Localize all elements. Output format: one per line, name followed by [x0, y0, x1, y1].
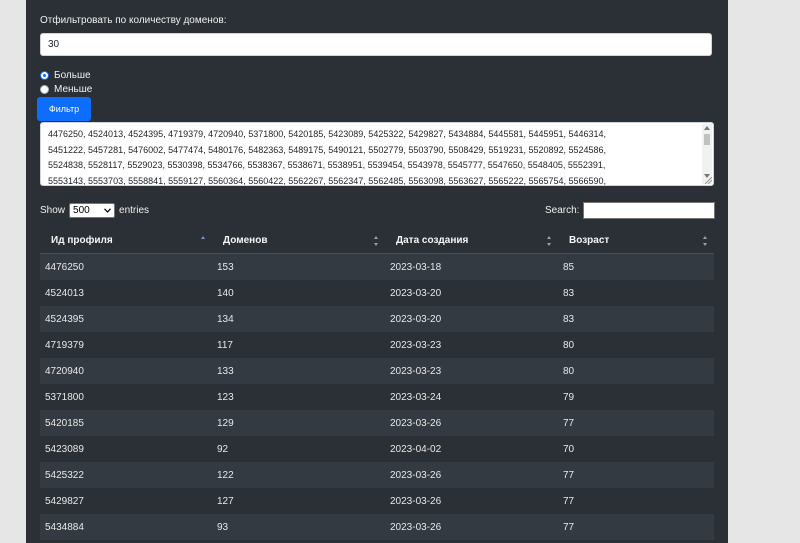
cell-profile-id: 4524013: [40, 280, 212, 306]
cell-age: 80: [558, 332, 714, 358]
cell-profile-id: 5429827: [40, 488, 212, 514]
search-label: Search:: [545, 205, 580, 216]
table-row: 5420185 129 2023-03-26 77: [40, 410, 714, 436]
cell-created-date: 2023-03-20: [385, 280, 558, 306]
cell-profile-id: 4476250: [40, 253, 212, 280]
cell-domains: 127: [212, 488, 385, 514]
cell-age: 80: [558, 358, 714, 384]
filter-button[interactable]: Фильтр: [37, 97, 91, 121]
sort-icon: [703, 236, 708, 246]
table-row: 5423089 92 2023-04-02 70: [40, 436, 714, 462]
cell-created-date: 2023-03-26: [385, 514, 558, 540]
cell-domains: 122: [212, 462, 385, 488]
cell-age: 83: [558, 280, 714, 306]
cell-profile-id: 5371800: [40, 384, 212, 410]
cell-profile-id: 4720940: [40, 358, 212, 384]
sort-icon: [547, 236, 552, 246]
cell-created-date: 2023-03-23: [385, 358, 558, 384]
header-label: Возраст: [569, 235, 610, 246]
profiles-table: Ид профиля Доменов Дата создания Возраст…: [40, 228, 714, 540]
cell-age: 77: [558, 514, 714, 540]
ids-line: 4476250, 4524013, 4524395, 4719379, 4720…: [48, 129, 607, 139]
scroll-up-icon[interactable]: [704, 126, 710, 130]
header-label: Доменов: [223, 235, 268, 246]
entries-label: entries: [119, 205, 150, 216]
entries-control: Show 500 entries: [40, 203, 149, 218]
radio-less-label: Меньше: [54, 84, 93, 95]
cell-domains: 140: [212, 280, 385, 306]
ids-line: 5553143, 5553703, 5558841, 5559127, 5560…: [48, 175, 607, 186]
cell-profile-id: 5420185: [40, 410, 212, 436]
cell-created-date: 2023-03-23: [385, 332, 558, 358]
table-row: 4720940 133 2023-03-23 80: [40, 358, 714, 384]
textarea-scrollbar[interactable]: [702, 124, 712, 184]
cell-domains: 123: [212, 384, 385, 410]
entries-select-value: 500: [73, 205, 90, 216]
ids-line: 5524838, 5528117, 5529023, 5530398, 5534…: [48, 160, 606, 170]
cell-profile-id: 5434884: [40, 514, 212, 540]
radio-more-label: Больше: [54, 70, 91, 81]
chevron-down-icon: [104, 208, 111, 213]
header-profile-id[interactable]: Ид профиля: [40, 228, 212, 254]
cell-profile-id: 5425322: [40, 462, 212, 488]
search-control: Search:: [545, 202, 716, 219]
cell-created-date: 2023-03-26: [385, 462, 558, 488]
table-row: 4719379 117 2023-03-23 80: [40, 332, 714, 358]
cell-created-date: 2023-03-26: [385, 488, 558, 514]
cell-domains: 153: [212, 253, 385, 280]
cell-age: 83: [558, 306, 714, 332]
ids-line: 5451222, 5457281, 5476002, 5477474, 5480…: [48, 144, 607, 155]
cell-age: 77: [558, 462, 714, 488]
cell-age: 70: [558, 436, 714, 462]
cell-age: 79: [558, 384, 714, 410]
sort-ascending-icon: [201, 236, 206, 246]
header-created-date[interactable]: Дата создания: [385, 228, 558, 254]
cell-age: 85: [558, 253, 714, 280]
search-input[interactable]: [583, 202, 716, 219]
resize-grip-icon[interactable]: [705, 177, 712, 184]
cell-created-date: 2023-04-02: [385, 436, 558, 462]
table-row: 5429827 127 2023-03-26 77: [40, 488, 714, 514]
header-label: Дата создания: [396, 235, 469, 246]
cell-domains: 134: [212, 306, 385, 332]
filter-label: Отфильтровать по количеству доменов:: [40, 15, 227, 26]
header-label: Ид профиля: [51, 235, 113, 246]
table-row: 4524013 140 2023-03-20 83: [40, 280, 714, 306]
cell-domains: 129: [212, 410, 385, 436]
table-row: 5434884 93 2023-03-26 77: [40, 514, 714, 540]
cell-created-date: 2023-03-18: [385, 253, 558, 280]
scroll-thumb[interactable]: [704, 134, 710, 145]
entries-select[interactable]: 500: [69, 203, 116, 218]
cell-profile-id: 4524395: [40, 306, 212, 332]
table-body: 4476250 153 2023-03-18 85 4524013 140 2023-03-…: [40, 253, 714, 540]
radio-more-control[interactable]: [40, 71, 49, 80]
domain-count-input[interactable]: 30: [40, 33, 712, 56]
cell-profile-id: 5423089: [40, 436, 212, 462]
radio-less[interactable]: Меньше: [40, 84, 92, 95]
profile-ids-textarea[interactable]: 4476250, 4524013, 4524395, 4719379, 4720…: [40, 122, 714, 186]
header-age[interactable]: Возраст: [558, 228, 714, 254]
table-row: 4524395 134 2023-03-20 83: [40, 306, 714, 332]
cell-age: 77: [558, 410, 714, 436]
cell-created-date: 2023-03-24: [385, 384, 558, 410]
table-row: 4476250 153 2023-03-18 85: [40, 253, 714, 280]
radio-less-control[interactable]: [40, 85, 49, 94]
cell-age: 77: [558, 488, 714, 514]
cell-created-date: 2023-03-20: [385, 306, 558, 332]
cell-domains: 92: [212, 436, 385, 462]
table-row: 5371800 123 2023-03-24 79: [40, 384, 714, 410]
cell-domains: 117: [212, 332, 385, 358]
header-domains[interactable]: Доменов: [212, 228, 385, 254]
cell-domains: 93: [212, 514, 385, 540]
table-header-row: Ид профиля Доменов Дата создания Возраст: [40, 228, 714, 254]
show-label: Show: [40, 205, 66, 216]
cell-created-date: 2023-03-26: [385, 410, 558, 436]
table-row: 5425322 122 2023-03-26 77: [40, 462, 714, 488]
radio-more[interactable]: Больше: [40, 70, 91, 81]
cell-domains: 133: [212, 358, 385, 384]
sort-icon: [374, 236, 379, 246]
cell-profile-id: 4719379: [40, 332, 212, 358]
